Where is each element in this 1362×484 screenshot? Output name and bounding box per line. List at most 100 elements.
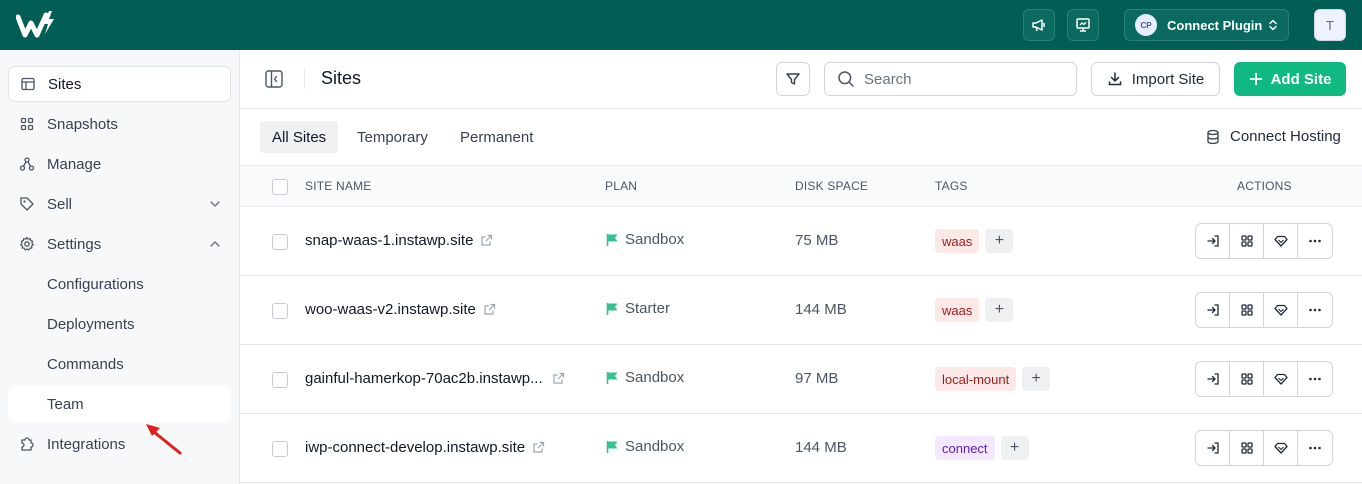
tag-badge[interactable]: waas: [935, 229, 980, 253]
column-actions: ACTIONS: [1237, 179, 1292, 193]
grid-icon: [1240, 234, 1254, 248]
sidebar-item-integrations[interactable]: Integrations: [8, 426, 231, 462]
search-input[interactable]: [864, 70, 1064, 88]
disk-space: 144 MB: [795, 439, 847, 456]
upgrade-button[interactable]: [1264, 362, 1298, 396]
upgrade-button[interactable]: [1264, 224, 1298, 258]
sidebar-item-settings[interactable]: Settings: [8, 226, 231, 262]
plan-label: Sandbox: [625, 231, 685, 248]
apps-button[interactable]: [1230, 224, 1264, 258]
add-tag-button[interactable]: +: [985, 298, 1014, 322]
table-row: gainful-hamerkop-70ac2b.instawp... Sandb…: [240, 345, 1362, 414]
add-site-label: Add Site: [1270, 70, 1332, 88]
connect-hosting-button[interactable]: Connect Hosting: [1205, 128, 1341, 145]
megaphone-icon: [1031, 17, 1047, 33]
instawp-logo[interactable]: [16, 9, 56, 41]
more-button[interactable]: [1298, 224, 1332, 258]
sidebar-item-label: Sell: [47, 195, 73, 213]
annotation-arrow-icon: [140, 418, 188, 458]
row-checkbox[interactable]: [272, 234, 288, 250]
diamond-icon: [1273, 372, 1288, 386]
more-horizontal-icon: [1308, 441, 1322, 455]
login-icon: [1206, 441, 1220, 455]
sidebar-item-configurations[interactable]: Configurations: [8, 266, 231, 302]
sidebar-item-label: Commands: [47, 355, 124, 373]
site-name-link[interactable]: iwp-connect-develop.instawp.site: [305, 439, 525, 456]
download-icon: [1107, 71, 1123, 87]
more-horizontal-icon: [1308, 372, 1322, 386]
sidebar-item-manage[interactable]: Manage: [8, 146, 231, 182]
more-button[interactable]: [1298, 431, 1332, 465]
external-link-icon[interactable]: [552, 372, 565, 385]
tabs-bar: All Sites Temporary Permanent Connect Ho…: [240, 109, 1362, 166]
site-name-link[interactable]: gainful-hamerkop-70ac2b.instawp...: [305, 370, 543, 387]
plugin-badge: CP: [1135, 14, 1157, 36]
site-name[interactable]: woo-waas-v2.instawp.site: [305, 301, 496, 318]
import-site-label: Import Site: [1131, 70, 1205, 88]
flag-icon: [606, 440, 619, 454]
tab-permanent[interactable]: Permanent: [448, 121, 545, 153]
tag-badge[interactable]: waas: [935, 298, 980, 322]
login-button[interactable]: [1196, 293, 1230, 327]
more-horizontal-icon: [1308, 303, 1322, 317]
add-tag-button[interactable]: +: [1022, 367, 1051, 391]
site-name-link[interactable]: woo-waas-v2.instawp.site: [305, 301, 476, 318]
add-site-button[interactable]: Add Site: [1234, 62, 1346, 96]
select-all-checkbox[interactable]: [272, 179, 288, 195]
sidebar-item-sites[interactable]: Sites: [8, 66, 231, 102]
row-checkbox[interactable]: [272, 372, 288, 388]
external-link-icon[interactable]: [483, 303, 496, 316]
search-box[interactable]: [824, 62, 1077, 96]
plan-label: Sandbox: [625, 369, 685, 386]
tab-temporary[interactable]: Temporary: [345, 121, 440, 153]
presentation-icon: [1075, 17, 1091, 33]
tag-badge[interactable]: local-mount: [935, 367, 1017, 391]
more-button[interactable]: [1298, 293, 1332, 327]
add-tag-button[interactable]: +: [985, 229, 1014, 253]
upgrade-button[interactable]: [1264, 293, 1298, 327]
login-button[interactable]: [1196, 224, 1230, 258]
user-avatar[interactable]: T: [1314, 9, 1346, 41]
top-bar: CP Connect Plugin T: [0, 0, 1362, 50]
tag-badge[interactable]: connect: [935, 436, 995, 460]
site-name-link[interactable]: snap-waas-1.instawp.site: [305, 232, 473, 249]
login-button[interactable]: [1196, 362, 1230, 396]
login-button[interactable]: [1196, 431, 1230, 465]
filter-icon: [785, 71, 801, 87]
tab-all-sites[interactable]: All Sites: [260, 121, 339, 153]
sidebar-item-sell[interactable]: Sell: [8, 186, 231, 222]
row-checkbox[interactable]: [272, 303, 288, 319]
site-name[interactable]: iwp-connect-develop.instawp.site: [305, 439, 545, 456]
external-link-icon[interactable]: [532, 441, 545, 454]
site-name[interactable]: gainful-hamerkop-70ac2b.instawp...: [305, 370, 565, 387]
apps-button[interactable]: [1230, 431, 1264, 465]
sidebar-item-deployments[interactable]: Deployments: [8, 306, 231, 342]
site-name[interactable]: snap-waas-1.instawp.site: [305, 232, 493, 249]
sidebar-item-commands[interactable]: Commands: [8, 346, 231, 382]
more-button[interactable]: [1298, 362, 1332, 396]
apps-button[interactable]: [1230, 293, 1264, 327]
connect-plugin-button[interactable]: CP Connect Plugin: [1124, 9, 1289, 41]
sidebar-item-label: Configurations: [47, 275, 144, 293]
apps-button[interactable]: [1230, 362, 1264, 396]
import-site-button[interactable]: Import Site: [1091, 62, 1220, 96]
panel-left-icon: [264, 69, 284, 89]
add-tag-button[interactable]: +: [1000, 436, 1029, 460]
chevron-up-icon: [208, 237, 222, 251]
sidebar-item-label: Manage: [47, 155, 102, 173]
announcements-button[interactable]: [1023, 9, 1055, 41]
sidebar-collapse-button[interactable]: [264, 69, 284, 89]
diamond-icon: [1273, 303, 1288, 317]
row-checkbox[interactable]: [272, 441, 288, 457]
table-header: SITE NAME PLAN DISK SPACE TAGS ACTIONS: [240, 166, 1362, 207]
network-icon: [19, 156, 35, 172]
external-link-icon[interactable]: [480, 234, 493, 247]
sidebar-item-snapshots[interactable]: Snapshots: [8, 106, 231, 142]
presentation-button[interactable]: [1067, 9, 1099, 41]
more-horizontal-icon: [1308, 234, 1322, 248]
flag-icon: [606, 371, 619, 385]
upgrade-button[interactable]: [1264, 431, 1298, 465]
sidebar-item-team[interactable]: Team: [8, 386, 231, 422]
filter-button[interactable]: [776, 62, 810, 96]
column-tags: TAGS: [935, 179, 968, 193]
